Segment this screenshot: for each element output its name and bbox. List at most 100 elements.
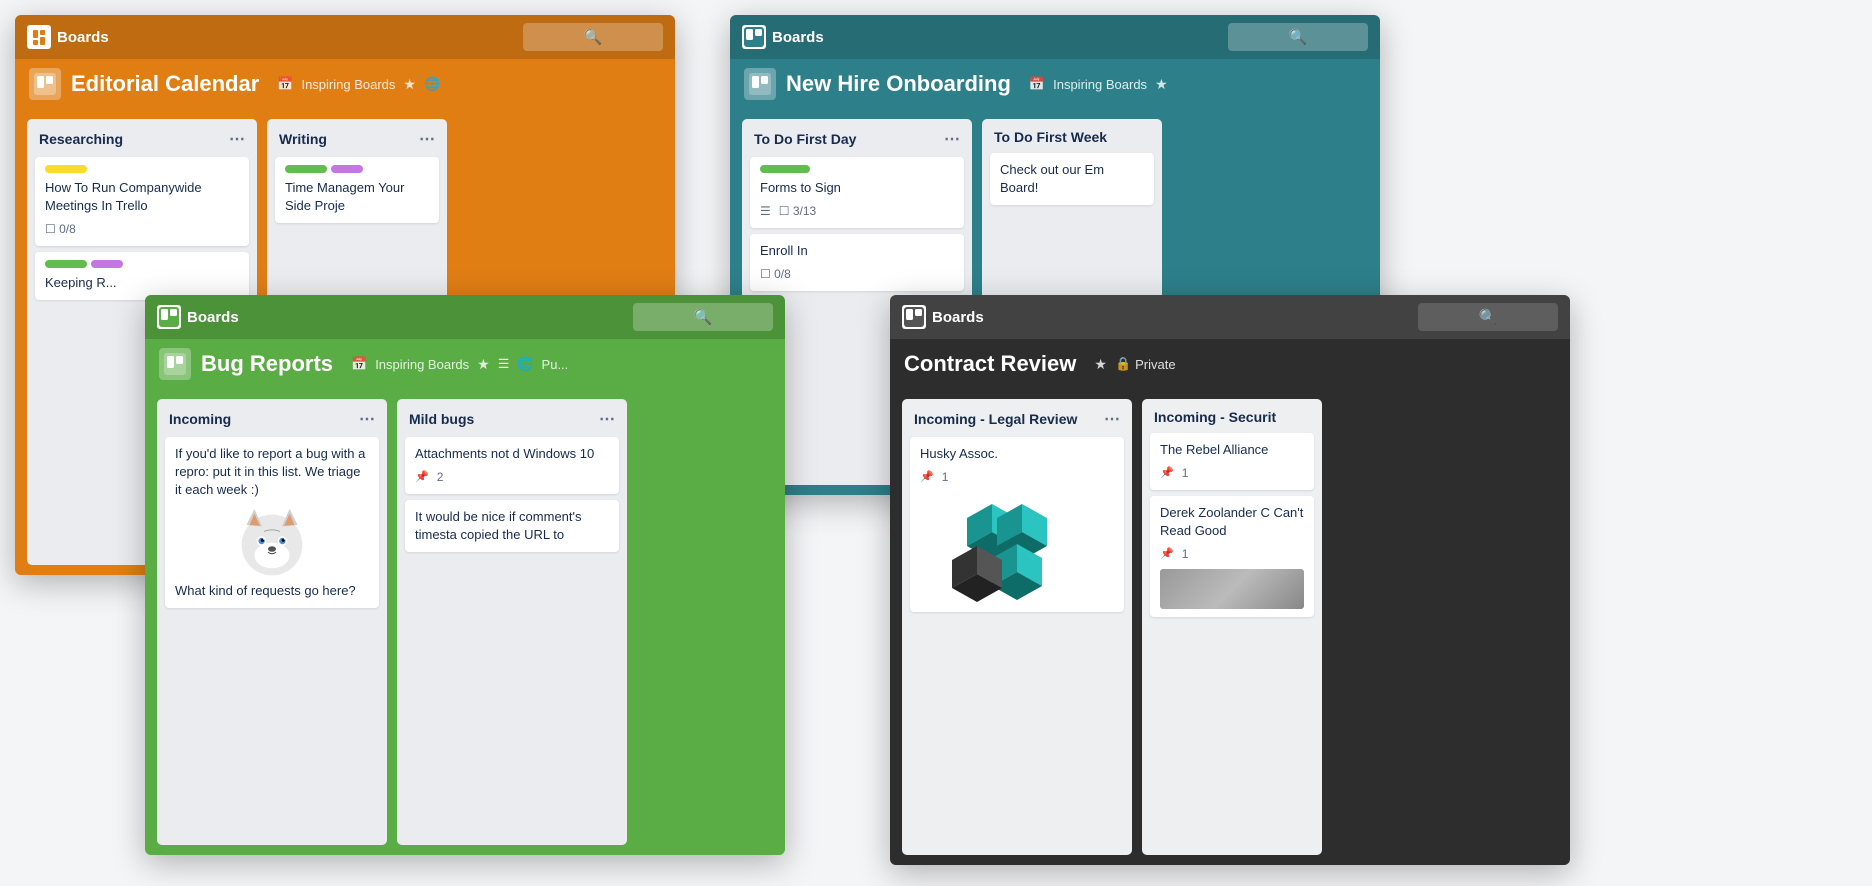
comment-timestamp-text: It would be nice if comment's timesta co… (415, 508, 609, 544)
checklist-meta: ☐ 0/8 (45, 221, 76, 238)
card-rebel-alliance[interactable]: The Rebel Alliance 📌 1 (1150, 433, 1314, 490)
card-attachments-windows10[interactable]: Attachments not d Windows 10 📌 2 (405, 437, 619, 494)
bugreports-star-icon[interactable]: ★ (477, 356, 490, 373)
incoming-list: Incoming ⋯ If you'd like to report a bug… (157, 399, 387, 845)
newhire-search-icon: 🔍 (1289, 28, 1308, 46)
label-yellow (45, 165, 87, 173)
newhire-star-icon[interactable]: ★ (1155, 76, 1168, 93)
incoming-security-list: Incoming - Securit The Rebel Alliance 📌 … (1142, 399, 1322, 855)
contract-nav-logo: Boards (902, 305, 984, 329)
trello-icon (27, 25, 51, 49)
card-report-bug[interactable]: If you'd like to report a bug with a rep… (165, 437, 379, 608)
newhire-board-logo (744, 68, 776, 100)
trello-logo-icon (34, 73, 56, 95)
globe-icon: 🌐 (424, 76, 440, 92)
list-menu-icon[interactable]: ⋯ (229, 129, 245, 149)
husky-meta: 📌 1 (920, 469, 1114, 486)
report-bug-text: If you'd like to report a bug with a rep… (175, 445, 369, 500)
attachment-count: 2 (437, 469, 444, 486)
mild-bugs-menu-icon[interactable]: ⋯ (599, 409, 615, 429)
rebel-attach-count: 1 (1182, 465, 1189, 482)
bugreports-nav-boards-label: Boards (187, 309, 239, 326)
todo-first-day-title: To Do First Day (754, 131, 856, 147)
card-time-management[interactable]: Time Managem Your Side Proje (275, 157, 439, 223)
card-tm-labels (285, 165, 429, 173)
star-icon[interactable]: ★ (403, 76, 416, 93)
card-companywide[interactable]: How To Run Companywide Meetings In Trell… (35, 157, 249, 246)
editorial-nav-logo: Boards (27, 25, 109, 49)
husky-attach-count: 1 (942, 469, 949, 486)
rebel-meta: 📌 1 (1160, 465, 1304, 482)
writing-list-menu-icon[interactable]: ⋯ (419, 129, 435, 149)
derek-card-image (1160, 569, 1304, 609)
newhire-logo-icon (749, 73, 771, 95)
card-husky-assoc[interactable]: Husky Assoc. 📌 1 (910, 437, 1124, 612)
contract-star-icon[interactable]: ★ (1094, 356, 1107, 373)
derek-attach-count: 1 (1182, 546, 1189, 563)
researching-title: Researching (39, 131, 123, 147)
attachments-meta: 📌 2 (415, 469, 609, 486)
card-forms-to-sign[interactable]: Forms to Sign ☰ ☐ 3/13 (750, 157, 964, 228)
bugreports-workspace-label: Inspiring Boards (375, 357, 469, 372)
contract-lists: Incoming - Legal Review ⋯ Husky Assoc. 📌… (890, 389, 1570, 865)
label-green-forms (760, 165, 810, 173)
derek-attach-icon: 📌 (1160, 547, 1174, 562)
editorial-board-meta: 📅 Inspiring Boards ★ 🌐 (277, 76, 440, 93)
bugreports-nav-logo: Boards (157, 305, 239, 329)
contract-board-title: Contract Review (904, 351, 1076, 377)
card-enroll-in[interactable]: Enroll In ☐ 0/8 (750, 234, 964, 291)
bugreports-workspace-icon: 📅 (351, 356, 367, 372)
attachment-icon: 📌 (415, 470, 429, 485)
mild-bugs-header: Mild bugs ⋯ (405, 407, 619, 431)
husky-logo-area (920, 494, 1114, 604)
bugreports-window: Boards 🔍 Bug Reports 📅 Inspiring Boards … (145, 295, 785, 855)
bugreports-search[interactable]: 🔍 (633, 303, 773, 331)
editorial-workspace-label: Inspiring Boards (301, 77, 395, 92)
contract-search[interactable]: 🔍 (1418, 303, 1558, 331)
contract-nav-boards-label: Boards (932, 309, 984, 326)
writing-list-header: Writing ⋯ (275, 127, 439, 151)
card-tm-text: Time Managem Your Side Proje (285, 179, 429, 215)
husky-dog-svg (232, 506, 312, 576)
enroll-text: Enroll In (760, 242, 954, 260)
legal-menu-icon[interactable]: ⋯ (1104, 409, 1120, 429)
card-comment-timestamp[interactable]: It would be nice if comment's timesta co… (405, 500, 619, 552)
newhire-workspace-label: Inspiring Boards (1053, 77, 1147, 92)
todo-first-week-header: To Do First Week (990, 127, 1154, 147)
todo-day-menu-icon[interactable]: ⋯ (944, 129, 960, 149)
husky-logo-svg (952, 494, 1082, 604)
husky-assoc-text: Husky Assoc. (920, 445, 1114, 463)
forms-meta: ☰ ☐ 3/13 (760, 203, 954, 220)
incoming-menu-icon[interactable]: ⋯ (359, 409, 375, 429)
label-purple-2 (331, 165, 363, 173)
contract-board-header: Contract Review ★ 🔒 Private (890, 339, 1570, 389)
newhire-search[interactable]: 🔍 (1228, 23, 1368, 51)
card-derek-zoolander[interactable]: Derek Zoolander C Can't Read Good 📌 1 (1150, 496, 1314, 617)
incoming-security-title: Incoming - Securit (1154, 409, 1276, 425)
attachments-windows-text: Attachments not d Windows 10 (415, 445, 609, 463)
card-keeping[interactable]: Keeping R... (35, 252, 249, 300)
bugreports-board-meta: 📅 Inspiring Boards ★ ☰ 🌐 Pu... (351, 356, 568, 373)
newhire-board-title: New Hire Onboarding (786, 71, 1011, 97)
card-check-out-em[interactable]: Check out our Em Board! (990, 153, 1154, 205)
contract-private-badge: 🔒 Private (1115, 356, 1176, 372)
incoming-legal-title: Incoming - Legal Review (914, 411, 1077, 427)
editorial-board-logo (29, 68, 61, 100)
forms-to-sign-text: Forms to Sign (760, 179, 954, 197)
notes-icon: ☰ (760, 203, 771, 220)
check-out-text: Check out our Em Board! (1000, 161, 1144, 197)
bugreports-logo-icon (164, 353, 186, 375)
writing-title: Writing (279, 131, 327, 147)
contract-visibility-label: Private (1135, 357, 1175, 372)
card-text-keeping: Keeping R... (45, 274, 239, 292)
incoming-legal-header: Incoming - Legal Review ⋯ (910, 407, 1124, 431)
todo-first-day-header: To Do First Day ⋯ (750, 127, 964, 151)
label-green (45, 260, 87, 268)
workspace-icon: 📅 (277, 76, 293, 92)
editorial-search[interactable]: 🔍 (523, 23, 663, 51)
derek-text: Derek Zoolander C Can't Read Good (1160, 504, 1304, 540)
lock-icon: 🔒 (1115, 356, 1131, 372)
todo-first-week-title: To Do First Week (994, 129, 1107, 145)
editorial-nav-boards-label: Boards (57, 29, 109, 46)
bugreports-menu-icon[interactable]: ☰ (498, 356, 510, 372)
